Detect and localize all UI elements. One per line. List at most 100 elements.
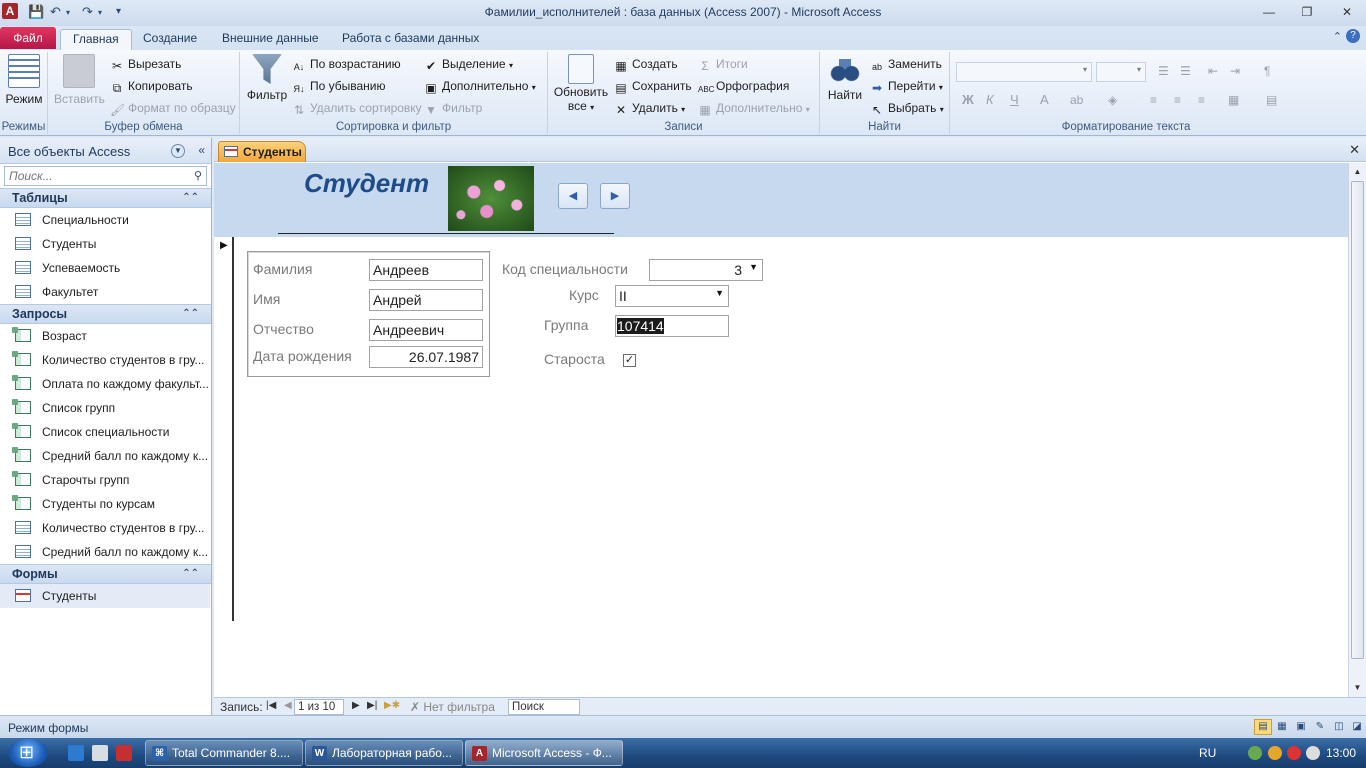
copy-button[interactable]: ⧉ Копировать	[110, 76, 193, 96]
specialty-code-combo[interactable]: 3 ▼	[649, 259, 763, 281]
nav-item-query[interactable]: Список специальности	[0, 420, 210, 444]
datasheet-view-icon[interactable]: ▦	[1273, 719, 1291, 735]
birth-date-field[interactable]: 26.07.1987	[369, 346, 483, 368]
next-record-button[interactable]: ▶	[600, 183, 630, 209]
design-view-icon[interactable]: ✎	[1311, 719, 1329, 735]
totals-button[interactable]: Σ Итоги	[698, 54, 747, 74]
nav-item-table[interactable]: Успеваемость	[0, 256, 210, 280]
nav-item-form[interactable]: Студенты	[0, 584, 210, 608]
first-record-icon[interactable]: |◀	[266, 700, 276, 711]
restore-button[interactable]: ❐	[1294, 3, 1320, 21]
collapse-pane-icon[interactable]: «	[198, 143, 205, 157]
taskbar-item-word[interactable]: W Лабораторная рабо...	[305, 740, 463, 766]
underline-button[interactable]: Ч	[1010, 90, 1019, 110]
previous-record-icon[interactable]: ◀	[284, 700, 292, 711]
nav-item-query[interactable]: Оплата по каждому факульт...	[0, 372, 210, 396]
alternate-row-color-icon[interactable]: ▤	[1266, 90, 1277, 110]
save-record-button[interactable]: ▤ Сохранить	[614, 76, 691, 96]
nav-item-query[interactable]: Список групп	[0, 396, 210, 420]
indent-icon[interactable]: ⇥	[1230, 61, 1240, 81]
group-field[interactable]: 107414	[615, 315, 729, 337]
view-button[interactable]: Режим	[4, 54, 44, 106]
middle-name-field[interactable]: Андреевич	[369, 319, 483, 341]
tab-database-tools[interactable]: Работа с базами данных	[330, 29, 491, 50]
highlight-icon[interactable]: ab	[1070, 90, 1083, 110]
explorer-icon[interactable]	[92, 745, 108, 761]
align-center-icon[interactable]: ≡	[1174, 90, 1181, 110]
sql-view-icon[interactable]: ◫	[1330, 719, 1348, 735]
record-search-field[interactable]: Поиск	[508, 699, 580, 715]
course-combo[interactable]: II ▼	[615, 285, 729, 307]
ie-icon[interactable]	[68, 745, 84, 761]
chevron-down-icon[interactable]: ▼	[749, 262, 758, 272]
tab-external-data[interactable]: Внешние данные	[210, 29, 331, 50]
last-record-icon[interactable]: ▶|	[367, 700, 377, 711]
scroll-down-icon[interactable]: ▼	[1350, 680, 1365, 696]
delete-record-button[interactable]: ✕ Удалить ▾	[614, 98, 685, 118]
vertical-scrollbar[interactable]: ▲ ▼	[1348, 163, 1366, 697]
select-button[interactable]: ↖ Выбрать ▾	[870, 98, 944, 118]
no-filter-indicator[interactable]: ✗ Нет фильтра	[410, 700, 495, 714]
first-name-field[interactable]: Андрей	[369, 289, 483, 311]
start-button[interactable]	[8, 739, 48, 767]
chevron-down-icon[interactable]: ▼	[715, 288, 724, 298]
tab-file[interactable]: Файл	[0, 27, 56, 49]
nav-item-query[interactable]: Количество студентов в гру...	[0, 348, 210, 372]
nav-group-tables[interactable]: Таблицы ⌃⌃	[0, 188, 211, 208]
nav-item-query[interactable]: Старочты групп	[0, 468, 210, 492]
taskbar-item-access[interactable]: A Microsoft Access - Ф...	[465, 740, 623, 766]
nav-group-forms[interactable]: Формы ⌃⌃	[0, 564, 211, 584]
previous-record-button[interactable]: ◀	[558, 183, 588, 209]
replace-button[interactable]: ab Заменить	[870, 54, 942, 74]
volume-tray-icon[interactable]	[1306, 746, 1320, 760]
goto-button[interactable]: ➡ Перейти ▾	[870, 76, 943, 96]
scroll-up-icon[interactable]: ▲	[1350, 164, 1365, 180]
flag-tray-icon[interactable]	[1268, 746, 1282, 760]
nav-item-query[interactable]: Средний балл по каждому к...	[0, 540, 210, 564]
alert-tray-icon[interactable]	[1287, 746, 1301, 760]
nav-item-table[interactable]: Факультет	[0, 280, 210, 304]
tab-create[interactable]: Создание	[131, 29, 209, 50]
next-record-icon[interactable]: ▶	[352, 700, 360, 711]
help-icon[interactable]: ?	[1346, 29, 1360, 43]
last-name-field[interactable]: Андреев	[369, 259, 483, 281]
form-view-icon[interactable]: ▤	[1254, 719, 1272, 735]
font-name-select[interactable]: ▾	[956, 62, 1092, 82]
outdent-icon[interactable]: ⇤	[1208, 61, 1218, 81]
format-painter-button[interactable]: 🖌 Формат по образцу	[110, 98, 236, 118]
app-shortcut-icon[interactable]	[116, 745, 132, 761]
italic-button[interactable]: К	[986, 90, 994, 110]
close-button[interactable]: ✕	[1334, 3, 1360, 21]
chevron-down-icon[interactable]: ▼	[171, 144, 185, 158]
layout-view-icon[interactable]: ▣	[1292, 719, 1310, 735]
minimize-ribbon-icon[interactable]: ⌃	[1333, 30, 1342, 43]
more-records-button[interactable]: ▦ Дополнительно ▾	[698, 98, 809, 118]
nav-search-input[interactable]	[5, 167, 175, 185]
minimize-button[interactable]: —	[1256, 3, 1282, 21]
new-record-icon[interactable]: ▶✱	[384, 700, 400, 711]
refresh-all-button[interactable]: Обновить все ▾	[552, 54, 610, 113]
nav-pane-header[interactable]: Все объекты Access ▼ «	[0, 138, 211, 164]
nav-item-query[interactable]: Количество студентов в гру...	[0, 516, 210, 540]
fill-color-icon[interactable]: ◈	[1108, 90, 1117, 110]
language-indicator[interactable]: RU	[1199, 746, 1216, 760]
sort-ascending-button[interactable]: A↓ По возрастанию	[292, 54, 401, 74]
search-icon[interactable]: ⚲	[194, 169, 202, 182]
spelling-button[interactable]: ABC Орфография	[698, 76, 789, 96]
tab-home[interactable]: Главная	[60, 29, 132, 50]
taskbar-item-total-commander[interactable]: ⌘ Total Commander 8....	[145, 740, 303, 766]
numbering-icon[interactable]: ☰	[1180, 61, 1191, 81]
remove-sort-button[interactable]: ⇅ Удалить сортировку	[292, 98, 422, 118]
font-size-select[interactable]: ▾	[1096, 62, 1146, 82]
nav-group-queries[interactable]: Запросы ⌃⌃	[0, 304, 211, 324]
find-button[interactable]: Найти	[824, 54, 866, 102]
advanced-filter-button[interactable]: ▣ Дополнительно ▾	[424, 76, 535, 96]
align-left-icon[interactable]: ≡	[1150, 90, 1157, 110]
selection-button[interactable]: ✔ Выделение ▾	[424, 54, 513, 74]
font-color-icon[interactable]: A	[1040, 90, 1049, 110]
nav-item-table[interactable]: Студенты	[0, 232, 210, 256]
cut-button[interactable]: ✂ Вырезать	[110, 54, 181, 74]
filter-button[interactable]: Фильтр	[246, 54, 288, 102]
nav-item-query[interactable]: Средний балл по каждому к...	[0, 444, 210, 468]
bold-button[interactable]: Ж	[962, 90, 974, 110]
